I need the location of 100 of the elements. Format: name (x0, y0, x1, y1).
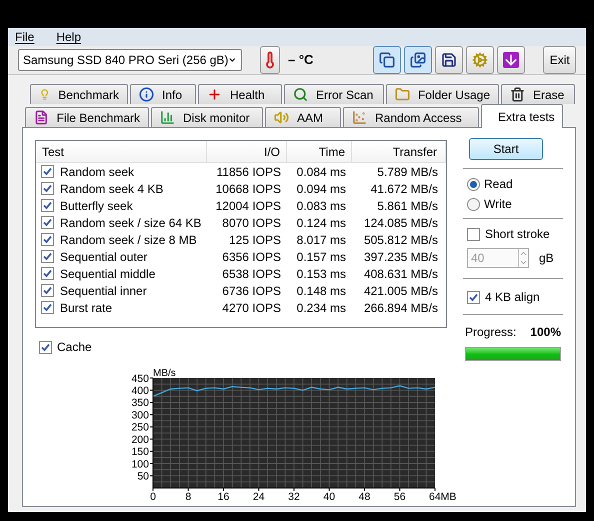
documents-icon (379, 52, 396, 68)
tab[interactable]: Disk monitor (151, 107, 263, 127)
progress-reading: 100% (530, 324, 561, 341)
progress-label: Progress: (465, 324, 516, 341)
tick-label: 450 (131, 372, 149, 385)
table-cell-text: Random seek / size 64 KB (60, 214, 202, 232)
axis-label: MB/s (153, 368, 176, 379)
table-cell-text: 11856 IOPS (216, 164, 282, 180)
tick-label: 16 (218, 491, 230, 503)
table-cell-text: Sequential outer (60, 248, 148, 266)
tick-label: 350 (131, 397, 149, 410)
table-cell-text: 0.153 ms (296, 266, 347, 282)
toolbar-button[interactable] (497, 46, 526, 74)
checkbox-label: Cache (57, 339, 92, 356)
tick-label: 24 (252, 491, 265, 503)
tick-label: 8 (185, 491, 192, 503)
temperature-reading: – °C (288, 51, 314, 70)
tab[interactable]: File Benchmark (25, 107, 149, 127)
tick-label: 100 (131, 458, 149, 470)
cog-icon (472, 52, 488, 68)
column-header[interactable]: Transfer (352, 141, 446, 162)
toolbar-button[interactable] (373, 46, 402, 74)
table-cell-text: 0.094 ms (296, 180, 347, 198)
radio-button[interactable] (467, 178, 480, 190)
tab[interactable]: Info (130, 84, 196, 104)
tick-label: 400 (131, 385, 149, 398)
toolbar-button[interactable] (435, 46, 464, 74)
table-cell-text: 124.085 MB/s (362, 214, 439, 232)
checkbox[interactable] (41, 199, 54, 212)
tick-label: 150 (131, 446, 149, 458)
spin-down-icon (519, 258, 528, 267)
menu-item[interactable]: Help (55, 28, 82, 46)
checkbox[interactable] (41, 267, 54, 280)
checkbox[interactable] (41, 233, 54, 246)
checkbox[interactable] (41, 182, 54, 195)
radio-label: Read (484, 176, 513, 193)
table-cell-text: 12004 IOPS (214, 198, 282, 214)
menu-item[interactable]: File (14, 28, 36, 46)
checkbox[interactable] (467, 290, 480, 304)
table-cell-text: 0.148 ms (296, 282, 347, 300)
column-header[interactable]: Test (36, 141, 207, 162)
table-cell-text: 0.083 ms (296, 198, 347, 214)
tick-label: 32 (288, 491, 300, 503)
images-icon (410, 52, 426, 68)
document-icon (34, 110, 49, 125)
info-icon (139, 87, 154, 102)
tab[interactable]: Health (198, 84, 282, 104)
tab[interactable]: Benchmark (30, 84, 128, 104)
table-cell-text: 6356 IOPS (221, 248, 282, 266)
table-cell-text: 408.631 MB/s (362, 266, 439, 282)
tab[interactable]: Random Access (343, 107, 479, 127)
table-cell-text: Sequential middle (60, 266, 156, 282)
table-cell-text: 0.124 ms (296, 214, 347, 232)
checkbox[interactable] (41, 301, 54, 314)
checkbox[interactable] (41, 216, 54, 229)
tab[interactable]: AAM (265, 107, 341, 127)
table-cell-text: 0.084 ms (296, 164, 347, 180)
tab[interactable]: Error Scan (284, 84, 384, 104)
toolbar-button[interactable] (404, 46, 432, 74)
tick-label: 0 (150, 491, 156, 503)
tick-label: 40 (323, 491, 336, 503)
table-cell-text: 125 IOPS (228, 232, 282, 248)
table-cell-text: 0.157 ms (296, 248, 347, 266)
tab[interactable]: Erase (501, 84, 575, 104)
table-cell-text: Random seek (60, 164, 134, 180)
column-header[interactable]: I/O (207, 141, 287, 162)
tab[interactable]: Folder Usage (386, 84, 499, 104)
radio-label: Write (484, 196, 512, 213)
tick-label: 250 (131, 422, 149, 434)
lightbulb-icon (39, 87, 50, 102)
column-header[interactable]: Time (287, 141, 352, 162)
table-cell-text: 6538 IOPS (221, 266, 282, 282)
table-cell-text: 10668 IOPS (214, 180, 282, 198)
floppy-icon (441, 52, 458, 68)
checkbox[interactable] (41, 165, 54, 178)
unit-label: gB (539, 250, 554, 267)
checkbox[interactable] (467, 228, 480, 240)
radio-button[interactable] (467, 198, 480, 210)
table-cell-text: 421.005 MB/s (362, 282, 439, 300)
table-cell-text: 8.017 ms (296, 232, 347, 248)
start-button[interactable]: Start (469, 138, 543, 160)
table-cell-text: Random seek 4 KB (60, 180, 164, 198)
drive-dropdown[interactable]: Samsung SSD 840 PRO Seri (256 gB) (18, 49, 242, 71)
tick-label: 56 (394, 491, 406, 503)
tick-label: 48 (358, 491, 370, 503)
tab[interactable]: Extra tests (481, 104, 563, 128)
checkbox[interactable] (41, 284, 54, 297)
table-cell-text: Random seek / size 8 MB (60, 232, 197, 248)
tick-label: 200 (131, 434, 149, 446)
exit-button[interactable]: Exit (543, 46, 576, 74)
table-cell-text: Burst rate (60, 300, 112, 316)
temperature-button[interactable] (260, 46, 280, 74)
checkbox-label: 4 KB align (485, 289, 540, 306)
table-cell-text: 8070 IOPS (221, 214, 282, 232)
table-cell-text: 5.789 MB/s (376, 164, 439, 180)
table-cell-text: Sequential inner (60, 282, 147, 300)
checkbox[interactable] (39, 340, 52, 354)
table-cell-text: 0.234 ms (296, 300, 347, 316)
checkbox[interactable] (41, 250, 54, 263)
bar-chart-icon (160, 110, 175, 125)
